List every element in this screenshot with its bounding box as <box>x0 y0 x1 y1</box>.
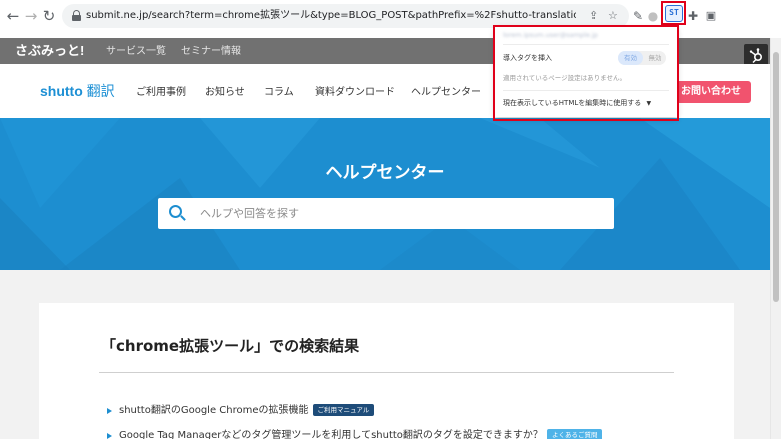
puzzle-extensions-icon[interactable]: ✚ <box>686 8 700 24</box>
logo-sub: 翻訳 <box>86 83 115 99</box>
result-link[interactable]: Google Tag Managerなどのタグ管理ツールを利用してshutto翻… <box>119 430 543 439</box>
nav-column[interactable]: コラム <box>264 86 294 99</box>
hero-banner: ヘルプセンター <box>0 118 770 270</box>
side-panel-icon[interactable]: ▣ <box>704 8 718 24</box>
nav-case-studies[interactable]: ご利用事例 <box>136 86 186 99</box>
eyedropper-extension-icon[interactable]: ✎ <box>631 8 645 24</box>
nav-help-center[interactable]: ヘルプセンター <box>411 86 481 99</box>
seminar-link[interactable]: セミナー情報 <box>181 45 241 58</box>
services-link[interactable]: サービス一覧 <box>106 45 166 58</box>
logo-main: shutto <box>40 83 83 99</box>
contact-button[interactable]: お問い合わせ <box>671 81 751 103</box>
bullet-icon <box>107 433 112 439</box>
category-tag[interactable]: ご利用マニュアル <box>312 404 375 416</box>
hero-title: ヘルプセンター <box>325 163 445 183</box>
extension-icon[interactable]: ● <box>647 8 659 24</box>
nav-news[interactable]: お知らせ <box>205 86 245 99</box>
extension-highlight <box>661 1 686 25</box>
nav-downloads[interactable]: 資料ダウンロード <box>315 86 395 99</box>
help-search-box[interactable] <box>158 198 614 229</box>
result-item[interactable]: Google Tag Managerなどのタグ管理ツールを利用してshutto翻… <box>119 429 603 439</box>
page-scrollbar[interactable] <box>770 38 781 439</box>
url-text[interactable]: submit.ne.jp/search?term=chrome拡張ツール&typ… <box>86 9 576 23</box>
popup-highlight <box>493 25 679 121</box>
bookmark-star-icon[interactable]: ☆ <box>608 9 618 23</box>
reload-icon[interactable]: ↻ <box>40 7 58 25</box>
result-link[interactable]: shutto翻訳のGoogle Chromeの拡張機能 <box>119 405 309 416</box>
shutto-logo[interactable]: shutto 翻訳 <box>40 83 115 99</box>
result-item[interactable]: shutto翻訳のGoogle Chromeの拡張機能 ご利用マニュアル <box>119 404 375 418</box>
category-tag[interactable]: よくあるご質問 <box>546 429 603 439</box>
results-title: 「chrome拡張ツール」での検索結果 <box>101 337 360 355</box>
share-icon[interactable]: ⇪ <box>589 9 598 23</box>
forward-icon[interactable]: → <box>22 7 40 25</box>
back-icon[interactable]: ← <box>4 7 22 25</box>
search-icon[interactable] <box>169 205 186 222</box>
bullet-icon <box>107 408 112 414</box>
search-results-card: 「chrome拡張ツール」での検索結果 shutto翻訳のGoogle Chro… <box>39 303 734 439</box>
brand-logo[interactable]: さぶみっと! <box>15 43 84 59</box>
results-divider <box>99 372 674 373</box>
lock-icon[interactable] <box>72 10 81 21</box>
scrollbar-thumb[interactable] <box>773 52 779 302</box>
help-search-input[interactable] <box>200 204 600 223</box>
hero-pattern <box>0 118 770 270</box>
